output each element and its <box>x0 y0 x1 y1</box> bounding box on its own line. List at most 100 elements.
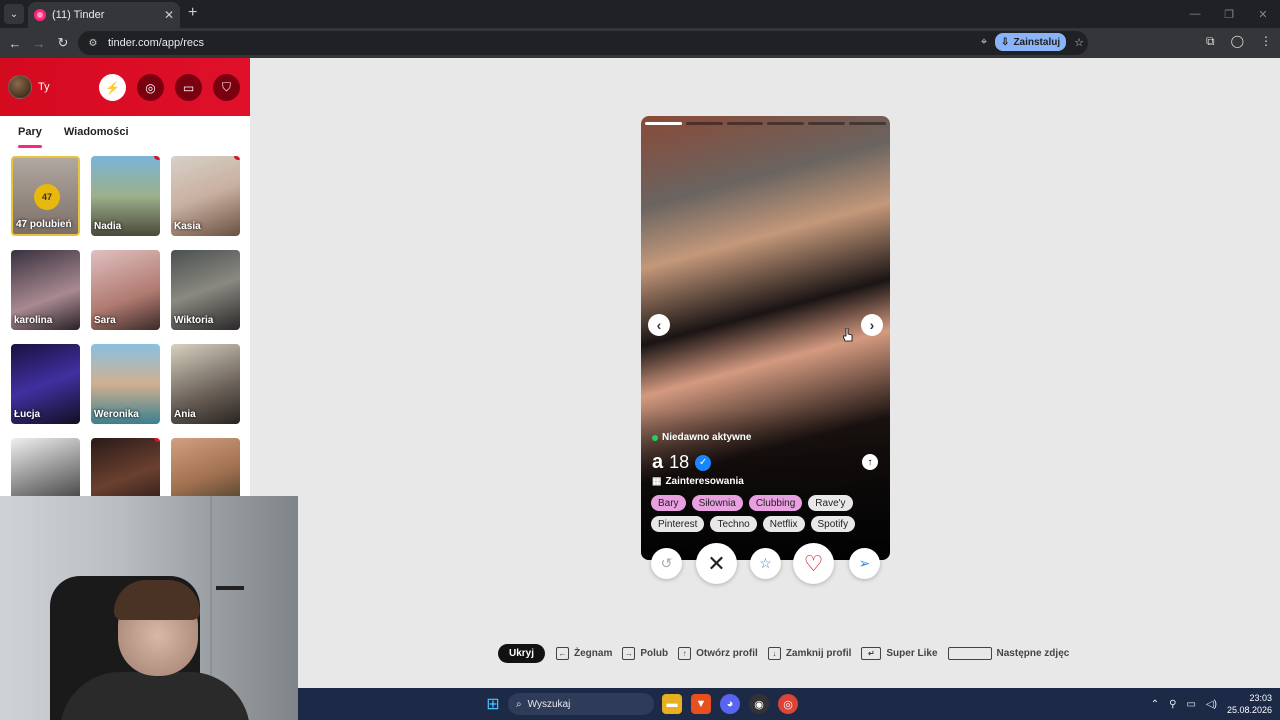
match-name: Weronika <box>94 409 139 420</box>
match-tile[interactable]: Nadia <box>91 156 160 236</box>
taskbar-search[interactable]: ⌕ Wyszukaj <box>508 693 654 715</box>
tinder-favicon-icon <box>34 9 46 21</box>
action-bar: ↺ ✕ ☆ ♡ ➢ <box>651 543 883 585</box>
up-arrow-key-icon: ↑ <box>678 646 692 660</box>
maximize-icon[interactable]: ❐ <box>1212 0 1246 28</box>
likes-tile[interactable]: 47 47 polubień <box>11 156 80 236</box>
lightning-icon[interactable]: ⚡ <box>99 74 126 101</box>
photo-progress-segment <box>726 122 764 125</box>
interests-title: Zainteresowania <box>665 476 744 487</box>
windows-start-icon[interactable]: ⊞ <box>483 694 503 714</box>
network-icon[interactable]: ⚲ <box>1169 699 1176 710</box>
bookmark-star-icon[interactable]: ☆ <box>1074 36 1084 49</box>
hint-super-like: Super Like <box>886 647 938 659</box>
install-button[interactable]: ⇩ Zainstaluj <box>995 33 1067 51</box>
enter-key-icon: ↵ <box>861 646 882 660</box>
super-like-icon[interactable]: ☆ <box>750 548 781 579</box>
matches-grid: 47 47 polubień Nadia Kasia karolina Sara… <box>0 156 250 496</box>
tab-messages[interactable]: Wiadomości <box>64 126 129 144</box>
clock-date: 25.08.2026 <box>1226 705 1272 715</box>
match-tile[interactable] <box>171 438 240 496</box>
back-icon[interactable]: ← <box>6 34 24 52</box>
match-tile[interactable]: Kasia <box>171 156 240 236</box>
tab-matches[interactable]: Pary <box>18 126 42 148</box>
chrome-icon[interactable]: ◎ <box>778 694 798 714</box>
match-name: karolina <box>14 315 53 326</box>
online-dot <box>652 434 658 441</box>
match-name: Sara <box>94 315 116 326</box>
hint-close-profile: Zamknij profil <box>785 647 852 659</box>
match-tile[interactable]: Ania <box>171 344 240 424</box>
nope-icon[interactable]: ✕ <box>696 543 737 584</box>
tab-title: (11) Tinder <box>52 9 105 21</box>
match-tile[interactable]: karolina <box>11 250 80 330</box>
unread-dot <box>154 156 160 160</box>
like-heart-icon[interactable]: ♡ <box>793 543 834 584</box>
photo-progress <box>645 122 886 125</box>
unread-dot <box>234 156 240 160</box>
new-tab-button[interactable]: + <box>188 5 197 21</box>
match-tile[interactable] <box>11 438 80 496</box>
hint-like: Polub <box>640 647 669 659</box>
tab-search-chevron-icon[interactable]: ⌄ <box>4 4 24 24</box>
interest-tag: Pinterest <box>651 516 705 532</box>
match-name: Wiktoria <box>174 315 214 326</box>
previous-photo-button[interactable]: ‹ <box>648 314 670 336</box>
hint-open-profile: Otwórz profil <box>696 647 758 659</box>
match-name: Ania <box>174 409 196 420</box>
shield-icon[interactable]: ⛉ <box>213 74 240 101</box>
interest-tag: Siłownia <box>691 495 743 511</box>
photo-progress-segment <box>849 122 886 125</box>
open-profile-button[interactable]: ↑ <box>862 454 878 470</box>
match-tile[interactable]: Weronika <box>91 344 160 424</box>
discord-icon[interactable]: ◕ <box>720 694 740 714</box>
boost-send-icon[interactable]: ➢ <box>849 548 880 579</box>
site-info-icon[interactable]: ⚙ <box>86 36 100 50</box>
menu-icon[interactable]: ⋮ <box>1260 34 1272 49</box>
close-icon[interactable]: ✕ <box>164 8 174 22</box>
profile-age: 18 <box>669 452 690 472</box>
photo-progress-segment <box>767 122 805 125</box>
close-window-icon[interactable]: ✕ <box>1246 0 1280 28</box>
briefcase-icon[interactable]: ▭ <box>175 74 202 101</box>
hide-hints-button[interactable]: Ukryj <box>498 643 546 663</box>
compass-icon[interactable]: ◎ <box>137 74 164 101</box>
file-explorer-icon[interactable]: ▬ <box>662 694 682 714</box>
forward-icon[interactable]: → <box>30 34 48 52</box>
display-icon[interactable]: ▭ <box>1186 699 1195 710</box>
clock[interactable]: 23:03 25.08.2026 <box>1227 692 1272 716</box>
webcam-overlay <box>0 496 298 720</box>
chevron-up-icon[interactable]: ⌃ <box>1151 699 1159 710</box>
address-bar[interactable]: ⚙ tinder.com/app/recs ⌖ ⇩ Zainstaluj ☆ <box>78 31 1088 55</box>
avatar[interactable] <box>8 75 32 99</box>
match-tile[interactable]: Wiktoria <box>171 250 240 330</box>
hand-cursor-icon <box>843 328 853 342</box>
user-label[interactable]: Ty <box>38 81 50 93</box>
install-icon: ⇩ <box>1001 36 1010 48</box>
obs-icon[interactable]: ◉ <box>749 694 769 714</box>
verified-badge-icon: ✓ <box>695 454 712 471</box>
rewind-icon[interactable]: ↺ <box>651 548 682 579</box>
reload-icon[interactable]: ↻ <box>54 34 72 52</box>
url-text[interactable]: tinder.com/app/recs <box>108 37 204 49</box>
profile-icon[interactable]: ◯ <box>1231 34 1244 49</box>
extensions-icon[interactable]: ⧉ <box>1206 34 1215 49</box>
profile-name-row: a 18 ✓ <box>652 451 712 474</box>
minimize-icon[interactable]: — <box>1178 0 1212 28</box>
match-name: Łucja <box>14 409 41 420</box>
taskbar: ⊞ ⌕ Wyszukaj ▬ ▼ ◕ ◉ ◎ ⌃ ⚲ ▭ ◁) 23:03 25… <box>298 688 1280 720</box>
right-arrow-key-icon: → <box>622 646 636 660</box>
likes-count-badge: 47 <box>34 184 60 210</box>
match-tile[interactable]: Łucja <box>11 344 80 424</box>
browser-tab[interactable]: (11) Tinder ✕ <box>28 2 180 28</box>
next-photo-button[interactable]: › <box>861 314 883 336</box>
hint-next-photo: Następne zdjęc <box>996 647 1070 659</box>
match-tile[interactable] <box>91 438 160 496</box>
search-placeholder: Wyszukaj <box>527 698 571 710</box>
interest-tag: Clubbing <box>748 495 803 511</box>
match-tile[interactable]: Sara <box>91 250 160 330</box>
volume-icon[interactable]: ◁) <box>1206 699 1217 710</box>
location-icon[interactable]: ⌖ <box>981 36 987 49</box>
brave-icon[interactable]: ▼ <box>691 694 711 714</box>
keyboard-hints: Ukryj ← Żegnam → Polub ↑ Otwórz profil ↓ Zam… <box>498 643 1079 663</box>
